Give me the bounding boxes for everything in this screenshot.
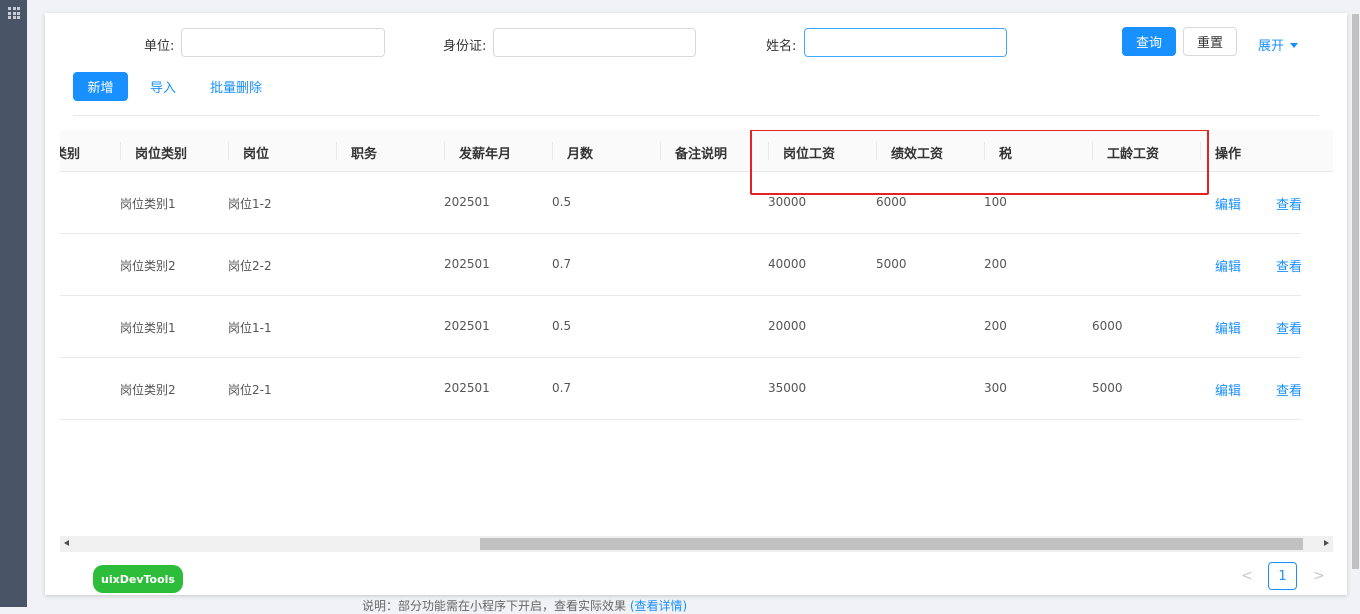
query-button[interactable]: 查询 xyxy=(1122,27,1176,56)
cell-perf-salary: 6000 xyxy=(876,195,907,209)
cell-post: 岗位2-2 xyxy=(228,259,272,273)
dev-tools-badge[interactable]: uixDevTools xyxy=(93,565,183,593)
col-post-category: 岗位类别 xyxy=(135,147,188,162)
cell-months: 0.7 xyxy=(552,381,572,395)
cell-post-salary: 35000 xyxy=(768,381,807,395)
page-scroll-thumb[interactable] xyxy=(1352,14,1359,569)
table-row: 岗位类别1 岗位1-2 202501 0.5 30000 6000 100 编辑… xyxy=(60,172,1302,234)
pagination: < 1 > xyxy=(1233,562,1333,590)
add-button[interactable]: 新增 xyxy=(73,72,128,101)
view-link[interactable]: 查看 xyxy=(1276,318,1302,337)
unit-input[interactable] xyxy=(181,28,385,57)
cell-seniority-salary: 6000 xyxy=(1092,319,1123,333)
table-row: 岗位类别2 岗位2-2 202501 0.7 40000 5000 200 编辑… xyxy=(60,234,1302,296)
page-scrollbar[interactable] xyxy=(1351,14,1360,569)
col-remark: 备注说明 xyxy=(675,147,728,162)
edit-link[interactable]: 编辑 xyxy=(1215,256,1241,275)
expand-toggle[interactable]: 展开 xyxy=(1258,35,1299,54)
name-input[interactable] xyxy=(804,28,1007,57)
reset-button[interactable]: 重置 xyxy=(1183,27,1237,56)
salary-table: 类别 岗位类别 岗位 职务 发薪年月 月数 备注说明 岗位工资 绩效工资 税 工… xyxy=(60,130,1333,552)
cell-post: 岗位2-1 xyxy=(228,383,272,397)
col-seniority-salary: 工龄工资 xyxy=(1107,147,1160,162)
batch-delete-button[interactable]: 批量删除 xyxy=(205,72,267,101)
note-link[interactable]: (查看详情) xyxy=(630,599,687,613)
col-pay-month: 发薪年月 xyxy=(459,147,512,162)
search-form: 单位: 身份证: 姓名: 查询 重置 展开 xyxy=(45,27,1347,59)
cell-post-salary: 40000 xyxy=(768,257,807,271)
id-card-input[interactable] xyxy=(493,28,696,57)
unit-label: 单位: xyxy=(144,39,175,54)
import-button[interactable]: 导入 xyxy=(143,72,183,101)
cell-pay-month: 202501 xyxy=(444,195,490,209)
cell-post-category: 岗位类别2 xyxy=(120,259,176,273)
scroll-left-arrow-icon[interactable] xyxy=(64,540,69,546)
main-panel: 单位: 身份证: 姓名: 查询 重置 展开 新增 导入 批量删除 类别 岗位类别… xyxy=(45,13,1347,595)
cell-tax: 200 xyxy=(984,257,1007,271)
col-duty: 职务 xyxy=(351,147,378,162)
col-actions: 操作 xyxy=(1215,147,1242,162)
scroll-right-arrow-icon[interactable] xyxy=(1324,540,1329,546)
cell-tax: 100 xyxy=(984,195,1007,209)
cell-post-category: 岗位类别1 xyxy=(120,197,176,211)
cell-pay-month: 202501 xyxy=(444,319,490,333)
cell-tax: 300 xyxy=(984,381,1007,395)
col-post: 岗位 xyxy=(243,147,270,162)
cell-tax: 200 xyxy=(984,319,1007,333)
view-link[interactable]: 查看 xyxy=(1276,256,1302,275)
table-toolbar: 新增 导入 批量删除 xyxy=(45,71,1347,101)
left-rail xyxy=(0,0,27,607)
col-post-salary: 岗位工资 xyxy=(783,147,836,162)
edit-link[interactable]: 编辑 xyxy=(1215,318,1241,337)
cell-perf-salary: 5000 xyxy=(876,257,907,271)
table-row: 岗位类别2 岗位2-1 202501 0.7 35000 300 5000 编辑… xyxy=(60,358,1302,420)
cell-post: 岗位1-1 xyxy=(228,321,272,335)
table-horizontal-scrollbar[interactable] xyxy=(60,536,1333,552)
edit-link[interactable]: 编辑 xyxy=(1215,194,1241,213)
expand-label: 展开 xyxy=(1258,39,1285,54)
col-tax: 税 xyxy=(999,147,1013,162)
caret-down-icon xyxy=(1290,43,1299,48)
cell-months: 0.7 xyxy=(552,257,572,271)
cell-months: 0.5 xyxy=(552,319,572,333)
table-header: 类别 岗位类别 岗位 职务 发薪年月 月数 备注说明 岗位工资 绩效工资 税 工… xyxy=(60,130,1333,172)
col-perf-salary: 绩效工资 xyxy=(891,147,944,162)
page-number-current[interactable]: 1 xyxy=(1268,562,1297,590)
cell-months: 0.5 xyxy=(552,195,572,209)
col-months: 月数 xyxy=(567,147,594,162)
table-row: 岗位类别1 岗位1-1 202501 0.5 20000 200 6000 编辑… xyxy=(60,296,1302,358)
prev-page-icon[interactable]: < xyxy=(1241,568,1253,584)
horizontal-scroll-thumb[interactable] xyxy=(480,538,1303,550)
footer-note: 说明：部分功能需在小程序下开启，查看实际效果 (查看详情) xyxy=(362,597,687,614)
app-grid-icon[interactable] xyxy=(8,7,20,19)
cell-seniority-salary: 5000 xyxy=(1092,381,1123,395)
cell-post-salary: 30000 xyxy=(768,195,807,209)
cell-post: 岗位1-2 xyxy=(228,197,272,211)
cell-pay-month: 202501 xyxy=(444,257,490,271)
note-text: 说明：部分功能需在小程序下开启，查看实际效果 xyxy=(362,599,627,613)
cell-pay-month: 202501 xyxy=(444,381,490,395)
col-category: 类别 xyxy=(60,147,81,162)
divider xyxy=(73,115,1319,116)
cell-post-salary: 20000 xyxy=(768,319,807,333)
id-card-label: 身份证: xyxy=(443,39,487,54)
name-label: 姓名: xyxy=(766,39,797,54)
edit-link[interactable]: 编辑 xyxy=(1215,380,1241,399)
next-page-icon[interactable]: > xyxy=(1313,568,1325,584)
view-link[interactable]: 查看 xyxy=(1276,194,1302,213)
view-link[interactable]: 查看 xyxy=(1276,380,1302,399)
cell-post-category: 岗位类别1 xyxy=(120,321,176,335)
cell-post-category: 岗位类别2 xyxy=(120,383,176,397)
